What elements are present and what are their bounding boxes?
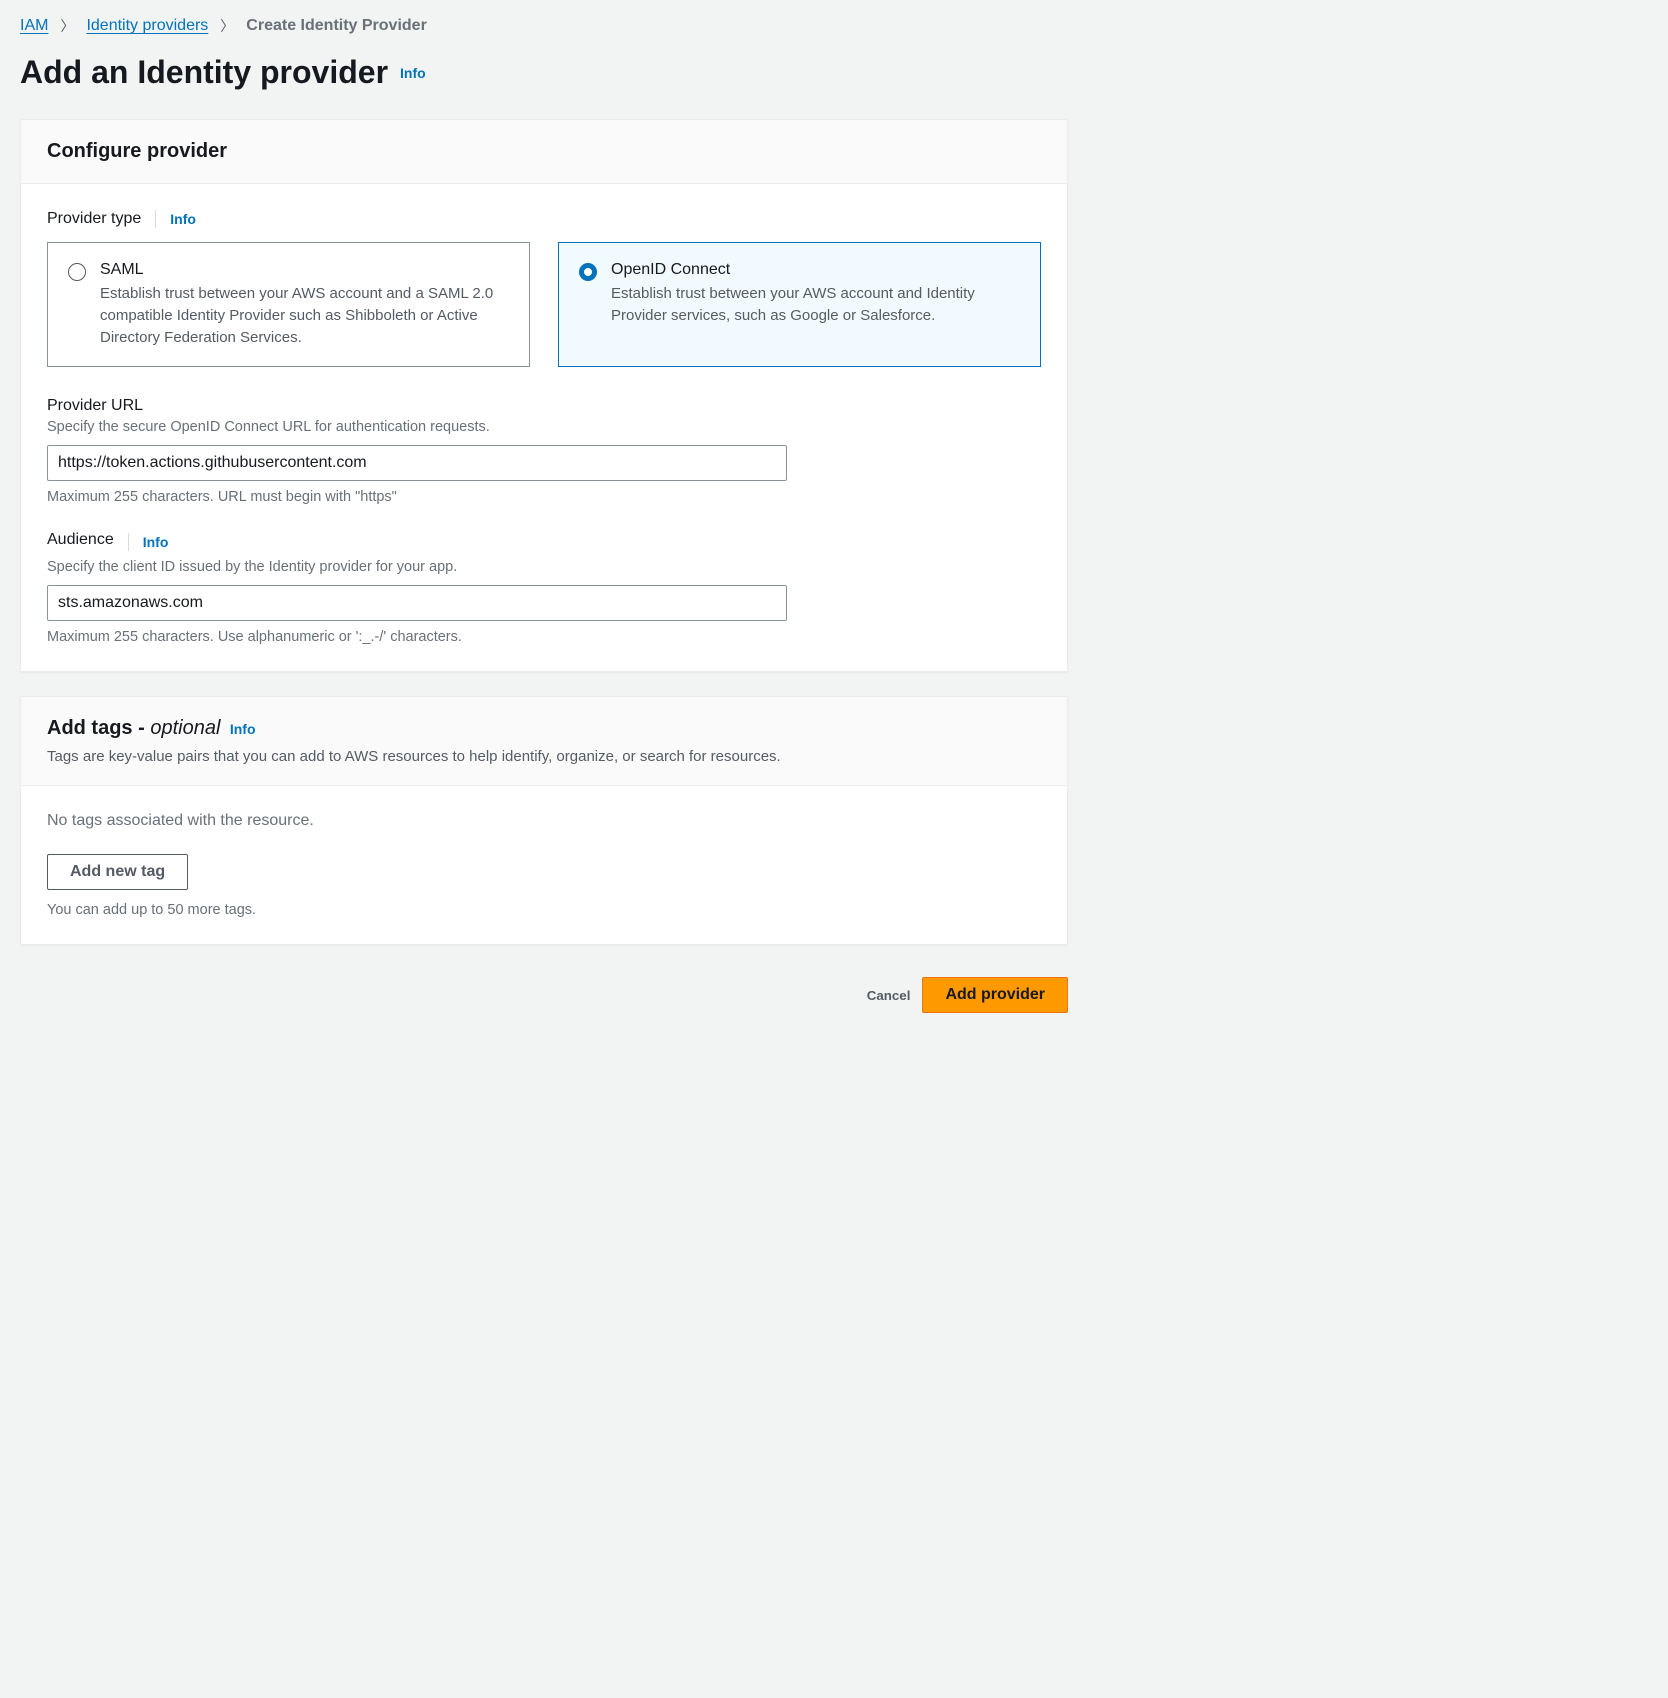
tile-desc: Establish trust between your AWS account… bbox=[611, 283, 1020, 327]
audience-info-link[interactable]: Info bbox=[143, 534, 169, 550]
provider-type-oidc-tile[interactable]: OpenID Connect Establish trust between y… bbox=[558, 242, 1041, 367]
audience-field: Audience Info Specify the client ID issu… bbox=[47, 531, 1041, 645]
tile-desc: Establish trust between your AWS account… bbox=[100, 283, 509, 348]
provider-url-field: Provider URL Specify the secure OpenID C… bbox=[47, 397, 1041, 505]
breadcrumb-section-link[interactable]: Identity providers bbox=[86, 17, 208, 35]
radio-icon bbox=[579, 263, 597, 281]
provider-url-hint: Maximum 255 characters. URL must begin w… bbox=[47, 489, 1041, 505]
provider-url-input[interactable] bbox=[47, 445, 787, 481]
breadcrumb: IAM 〉 Identity providers 〉 Create Identi… bbox=[20, 16, 1068, 36]
tags-status: No tags associated with the resource. bbox=[47, 812, 1041, 830]
configure-provider-heading: Configure provider bbox=[47, 140, 227, 162]
breadcrumb-current: Create Identity Provider bbox=[246, 17, 427, 35]
tile-title: SAML bbox=[100, 261, 509, 279]
provider-type-info-link[interactable]: Info bbox=[170, 211, 196, 227]
provider-type-saml-tile[interactable]: SAML Establish trust between your AWS ac… bbox=[47, 242, 530, 367]
audience-input[interactable] bbox=[47, 585, 787, 621]
provider-url-label: Provider URL bbox=[47, 397, 1041, 415]
audience-label: Audience bbox=[47, 531, 114, 549]
tags-heading: Add tags - optional bbox=[47, 717, 226, 739]
breadcrumb-root-link[interactable]: IAM bbox=[20, 17, 48, 35]
chevron-right-icon: 〉 bbox=[220, 16, 234, 36]
cancel-button[interactable]: Cancel bbox=[867, 977, 911, 1013]
radio-icon bbox=[68, 263, 86, 281]
tags-desc: Tags are key-value pairs that you can ad… bbox=[47, 748, 1041, 765]
add-new-tag-button[interactable]: Add new tag bbox=[47, 854, 188, 890]
footer-actions: Cancel Add provider bbox=[20, 969, 1068, 1013]
audience-hint: Maximum 255 characters. Use alphanumeric… bbox=[47, 629, 1041, 645]
tags-title-prefix: Add tags - bbox=[47, 717, 150, 739]
divider bbox=[155, 210, 156, 228]
tags-hint: You can add up to 50 more tags. bbox=[47, 902, 1041, 918]
audience-desc: Specify the client ID issued by the Iden… bbox=[47, 559, 1041, 575]
configure-provider-panel: Configure provider Provider type Info SA… bbox=[20, 119, 1068, 672]
tags-info-link[interactable]: Info bbox=[230, 721, 256, 737]
divider bbox=[128, 533, 129, 551]
tile-title: OpenID Connect bbox=[611, 261, 1020, 279]
chevron-right-icon: 〉 bbox=[60, 16, 74, 36]
page-info-link[interactable]: Info bbox=[400, 65, 426, 81]
provider-url-desc: Specify the secure OpenID Connect URL fo… bbox=[47, 419, 1041, 435]
add-provider-button[interactable]: Add provider bbox=[922, 977, 1068, 1013]
page-title: Add an Identity provider bbox=[20, 54, 388, 91]
tags-title-suffix: optional bbox=[150, 717, 220, 739]
tags-panel: Add tags - optional Info Tags are key-va… bbox=[20, 696, 1068, 945]
provider-type-label: Provider type bbox=[47, 210, 141, 228]
